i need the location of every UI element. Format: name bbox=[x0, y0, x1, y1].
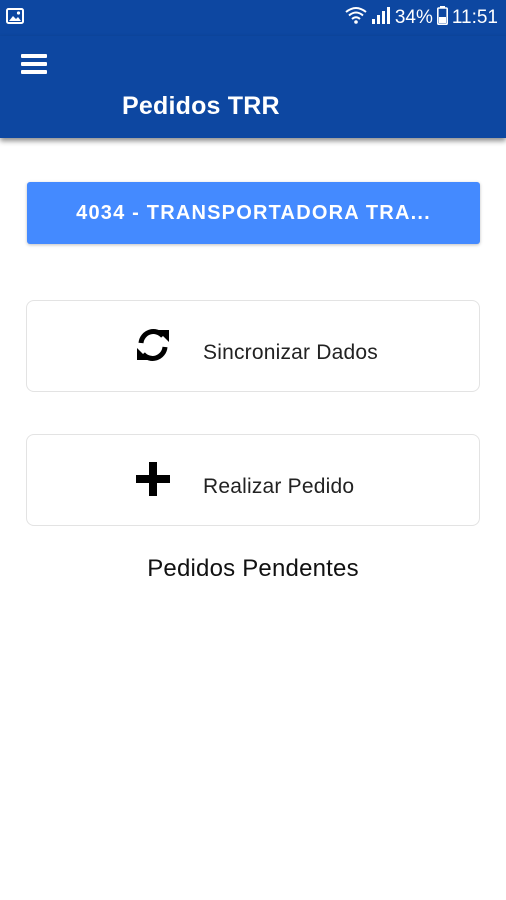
app-bar: Pedidos TRR bbox=[0, 36, 506, 138]
status-bar: 34% 11:51 bbox=[0, 0, 506, 36]
sync-icon bbox=[131, 323, 175, 367]
status-right: 34% 11:51 bbox=[345, 5, 498, 31]
clock: 11:51 bbox=[451, 7, 498, 28]
hamburger-menu-icon bbox=[21, 53, 47, 80]
battery-percent: 34% bbox=[394, 7, 433, 28]
image-icon bbox=[6, 7, 24, 29]
sync-data-label: Sincronizar Dados bbox=[203, 341, 378, 364]
place-order-button[interactable]: Realizar Pedido bbox=[26, 434, 480, 526]
page-title: Pedidos TRR bbox=[122, 92, 280, 120]
pending-orders-title: Pedidos Pendentes bbox=[147, 555, 359, 582]
company-selector-button[interactable]: 4034 - TRANSPORTADORA TRA... bbox=[27, 182, 480, 244]
menu-button[interactable] bbox=[18, 50, 50, 82]
plus-icon bbox=[131, 457, 175, 501]
battery-icon bbox=[436, 5, 448, 31]
place-order-label: Realizar Pedido bbox=[203, 475, 355, 498]
signal-icon bbox=[371, 6, 391, 30]
company-selector-label: 4034 - TRANSPORTADORA TRA... bbox=[76, 201, 431, 224]
status-left bbox=[6, 7, 24, 29]
sync-data-button[interactable]: Sincronizar Dados bbox=[26, 300, 480, 392]
wifi-icon bbox=[345, 6, 367, 30]
